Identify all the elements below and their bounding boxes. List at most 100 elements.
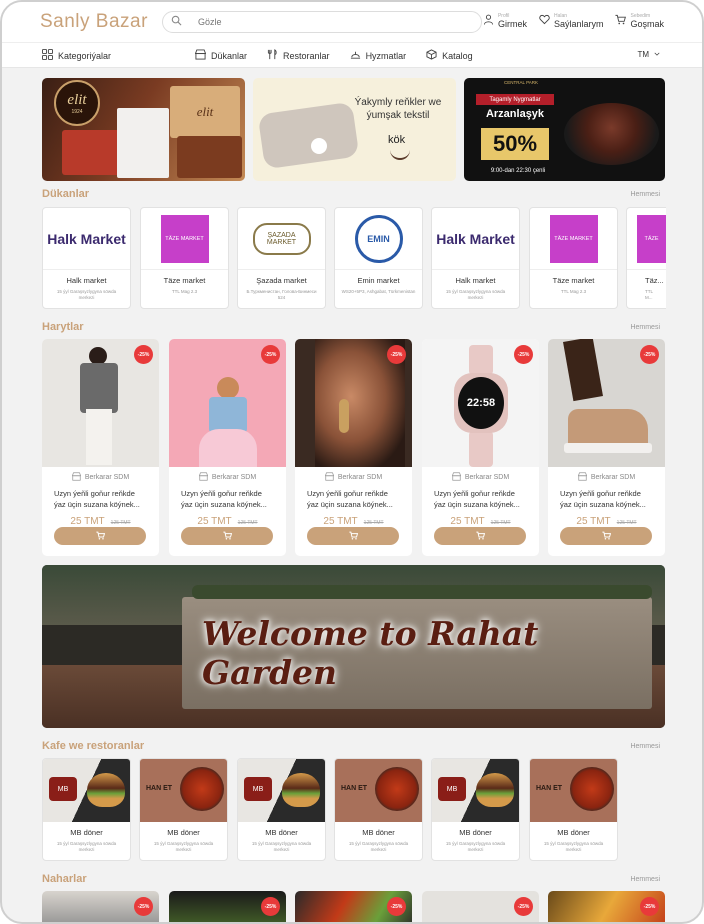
grid-icon (42, 49, 53, 62)
product-card[interactable]: -25% Berkarar SDM Uzyn ýeňli goňur reňkd… (295, 339, 412, 556)
store-card[interactable]: ŞAZADA MARKET Şazada market Б.Туркменист… (237, 207, 326, 309)
language-select[interactable]: TM (637, 50, 660, 59)
promo-banner-kok[interactable]: Ýakymly reňkler we ýumşak tekstil kök (253, 78, 456, 181)
nav-item-services[interactable]: Hyzmatlar (350, 49, 407, 62)
store-logo-text: TÄZE MARKET (160, 214, 209, 263)
meal-card[interactable]: -25% (169, 891, 286, 922)
search-bar[interactable] (162, 11, 482, 33)
cart-icon (475, 527, 485, 545)
product-shop-name: Berkarar SDM (464, 474, 510, 481)
promo-banner-central-park[interactable]: CENTRAL PARK Tagamly Nygmatlar Arzanlaşy… (464, 78, 665, 181)
price-old: 125 TMT (616, 519, 637, 526)
elit-year-text: 1924 (71, 108, 83, 115)
cart-button[interactable]: Sebedim Goşmak (615, 12, 664, 30)
product-card[interactable]: -25% Berkarar SDM Uzyn ýeňli goňur reňkd… (42, 339, 159, 556)
see-all-cafes-link[interactable]: Hemmesi (630, 743, 660, 750)
add-to-cart-button[interactable] (181, 527, 273, 545)
product-image: -25% (548, 339, 665, 467)
rahat-garden-banner[interactable]: Welcome to Rahat Garden (42, 565, 665, 728)
add-to-cart-button[interactable] (307, 527, 399, 545)
store-logo-text: TÄZE MARKET (549, 214, 598, 263)
promo-banner-elit[interactable]: elit 1924 elit (42, 78, 245, 181)
favorites-button[interactable]: Halan Saýlanlarym (539, 12, 603, 30)
nav-item-catalog[interactable]: Katalog (426, 49, 473, 62)
meal-card[interactable]: -25% (295, 891, 412, 922)
see-all-stores-link[interactable]: Hemmesi (630, 191, 660, 198)
see-all-products-link[interactable]: Hemmesi (630, 324, 660, 331)
restaurant-card[interactable]: HAN ET MB döner 15 ýyl Garaşsyzlygyna sö… (529, 758, 618, 861)
restaurant-address: 15 ýyl Garaşsyzlygyna söwda merkezi (56, 841, 117, 853)
restaurant-logo: MB (49, 777, 77, 801)
product-card[interactable]: 22:58 -25% Berkarar SDM Uzyn ýeňli goňur… (422, 339, 539, 556)
search-input[interactable] (198, 17, 458, 27)
restaurant-card[interactable]: MB MB döner 15 ýyl Garaşsyzlygyna söwda … (237, 758, 326, 861)
add-to-cart-button[interactable] (54, 527, 146, 545)
store-logo: ŞAZADA MARKET (238, 208, 325, 270)
nav-item-restaurants[interactable]: Restoranlar (267, 49, 330, 62)
cart-icon (615, 12, 627, 30)
price-current: 25 TMT (576, 515, 611, 527)
discount-badge: -25% (640, 897, 659, 916)
store-logo: TÄZE MARKET (530, 208, 617, 270)
store-card[interactable]: EMIN Emin market WS20+5P3, Ashgabat, Tür… (334, 207, 423, 309)
cart-icon (95, 527, 105, 545)
restaurant-card[interactable]: HAN ET MB döner 15 ýyl Garaşsyzlygyna sö… (139, 758, 228, 861)
store-icon (194, 49, 207, 62)
product-image: -25% (42, 339, 159, 467)
login-button[interactable]: Profil Girmek (483, 12, 527, 30)
banner-headline: Tagamly Nygmatlar (476, 94, 554, 105)
login-label: Girmek (497, 19, 527, 29)
store-address: TTL Mag 2.3 (171, 289, 198, 294)
restaurant-card[interactable]: MB MB döner 15 ýyl Garaşsyzlygyna söwda … (42, 758, 131, 861)
add-to-cart-button[interactable] (434, 527, 526, 545)
store-logo: Halk Market (43, 208, 130, 270)
search-icon (171, 13, 182, 31)
store-card[interactable]: TÄZE Täz... TTL M... (626, 207, 666, 309)
banner-tagline: Ýakymly reňkler we ýumşak tekstil (354, 97, 442, 121)
nav-stores-label: Dükanlar (211, 50, 248, 61)
product-shop-name: Berkarar SDM (84, 474, 130, 481)
restaurant-name: MB döner (362, 828, 395, 837)
cutlery-icon (267, 49, 278, 62)
product-price: 25 TMT 125 TMT (422, 516, 539, 527)
restaurant-image: MB (43, 759, 130, 822)
store-card[interactable]: TÄZE MARKET Täze market TTL Mag 2.3 (529, 207, 618, 309)
add-to-cart-button[interactable] (560, 527, 652, 545)
product-card[interactable]: -25% Berkarar SDM Uzyn ýeňli goňur reňkd… (548, 339, 665, 556)
restaurant-address: 15 ýyl Garaşsyzlygyna söwda merkezi (251, 841, 312, 853)
restaurant-logo: HAN ET (535, 784, 563, 792)
store-logo-text: Halk Market (436, 230, 515, 247)
meal-card[interactable]: -25% (422, 891, 539, 922)
discount-badge: -25% (134, 345, 153, 364)
restaurant-name: MB döner (459, 828, 492, 837)
store-card[interactable]: Halk Market Halk market 15 ýyl Garaşsyzl… (431, 207, 520, 309)
restaurant-image: HAN ET (335, 759, 422, 822)
price-old: 125 TMT (110, 519, 131, 526)
discount-badge: -25% (261, 345, 280, 364)
store-icon (71, 472, 81, 483)
nav-catalog-label: Katalog (442, 50, 473, 61)
product-title: Uzyn ýeňli goňur reňkde ýaz üçin suzana … (434, 489, 520, 509)
store-card[interactable]: TÄZE MARKET Täze market TTL Mag 2.3 (140, 207, 229, 309)
product-card[interactable]: -25% Berkarar SDM Uzyn ýeňli goňur reňkd… (169, 339, 286, 556)
kok-brand-text: kök (388, 134, 406, 146)
restaurant-card[interactable]: HAN ET MB döner 15 ýyl Garaşsyzlygyna sö… (334, 758, 423, 861)
restaurant-card[interactable]: MB MB döner 15 ýyl Garaşsyzlygyna söwda … (431, 758, 520, 861)
categories-menu[interactable]: Kategoriýalar (42, 49, 111, 62)
product-price: 25 TMT 125 TMT (169, 516, 286, 527)
elit-logo: elit 1924 (54, 80, 100, 126)
nav-services-label: Hyzmatlar (365, 50, 407, 61)
store-address: Б.Туркменистан, Голова-Бинмеси 524 (246, 289, 317, 301)
banner-hours: 9:00-dan 22:30 çenli (490, 168, 546, 174)
restaurant-logo: MB (438, 777, 466, 801)
nav-item-stores[interactable]: Dükanlar (194, 49, 248, 62)
meal-card[interactable]: -25% (42, 891, 159, 922)
site-logo[interactable]: Sanly Bazar (40, 11, 160, 33)
meal-card[interactable]: -25% (548, 891, 665, 922)
store-card[interactable]: Halk Market Halk market 15 ýyl Garaşsyzl… (42, 207, 131, 309)
restaurant-logo: MB (244, 777, 272, 801)
see-all-meals-link[interactable]: Hemmesi (630, 876, 660, 883)
store-icon (451, 472, 461, 483)
restaurant-address: 15 ýyl Garaşsyzlygyna söwda merkezi (348, 841, 409, 853)
store-icon (324, 472, 334, 483)
